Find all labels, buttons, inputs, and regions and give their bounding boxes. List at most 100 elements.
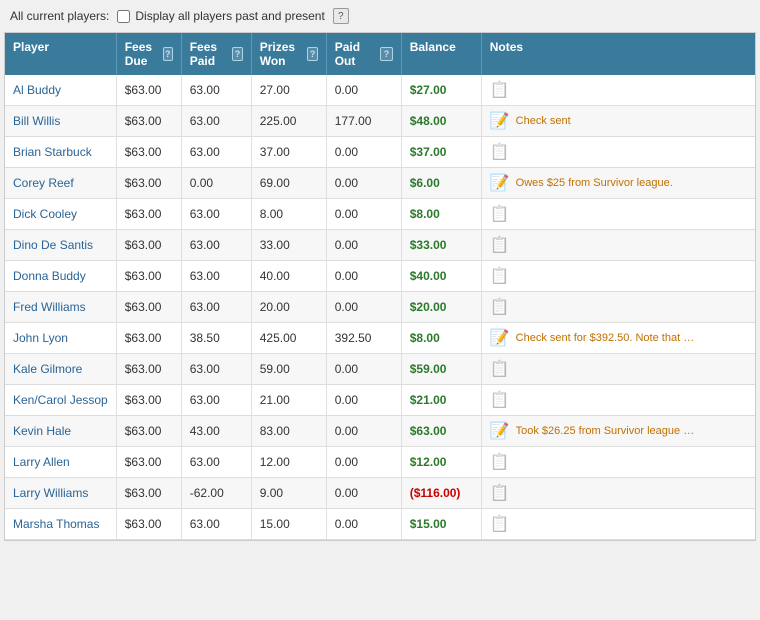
note-empty-icon[interactable]: 📋 xyxy=(490,80,510,100)
balance-cell: $63.00 xyxy=(401,416,481,447)
fees-paid-cell: 63.00 xyxy=(181,261,251,292)
notes-cell: 📋 xyxy=(481,478,755,509)
paid-out-help-icon[interactable]: ? xyxy=(380,47,392,61)
player-name[interactable]: Dick Cooley xyxy=(13,207,77,221)
notes-cell: 📝Took $26.25 from Survivor league to cov… xyxy=(481,416,755,447)
player-name[interactable]: Al Buddy xyxy=(13,83,61,97)
paid-out-cell: 0.00 xyxy=(326,509,401,540)
paid-out-cell: 0.00 xyxy=(326,447,401,478)
notes-cell: 📋 xyxy=(481,199,755,230)
fees-due-cell: $63.00 xyxy=(116,106,181,137)
prizes-won-help-icon[interactable]: ? xyxy=(307,47,317,61)
fees-paid-cell: 63.00 xyxy=(181,230,251,261)
player-name[interactable]: Bill Willis xyxy=(13,114,60,128)
player-name[interactable]: Fred Williams xyxy=(13,300,86,314)
fees-paid-cell: 38.50 xyxy=(181,323,251,354)
fees-due-help-icon[interactable]: ? xyxy=(163,47,173,61)
table-row: Kale Gilmore$63.0063.0059.000.00$59.00📋 xyxy=(5,354,755,385)
note-empty-icon[interactable]: 📋 xyxy=(490,142,510,162)
balance-cell: $21.00 xyxy=(401,385,481,416)
notes-cell: 📋 xyxy=(481,230,755,261)
fees-paid-help-icon[interactable]: ? xyxy=(232,47,242,61)
table-row: Donna Buddy$63.0063.0040.000.00$40.00📋 xyxy=(5,261,755,292)
table-row: Kevin Hale$63.0043.0083.000.00$63.00📝Too… xyxy=(5,416,755,447)
note-filled-icon[interactable]: 📝 xyxy=(490,328,510,348)
player-name[interactable]: Corey Reef xyxy=(13,176,74,190)
fees-paid-cell: 63.00 xyxy=(181,106,251,137)
fees-paid-cell: 63.00 xyxy=(181,199,251,230)
note-empty-icon[interactable]: 📋 xyxy=(490,452,510,472)
player-name[interactable]: Kale Gilmore xyxy=(13,362,82,376)
prizes-won-cell: 37.00 xyxy=(251,137,326,168)
note-empty-icon[interactable]: 📋 xyxy=(490,297,510,317)
fees-paid-cell: -62.00 xyxy=(181,478,251,509)
prizes-won-cell: 59.00 xyxy=(251,354,326,385)
display-all-label[interactable]: Display all players past and present xyxy=(117,9,324,23)
th-player: Player xyxy=(5,33,116,75)
player-name[interactable]: Donna Buddy xyxy=(13,269,86,283)
player-name[interactable]: Ken/Carol Jessop xyxy=(13,393,108,407)
note-empty-icon[interactable]: 📋 xyxy=(490,204,510,224)
fees-paid-cell: 63.00 xyxy=(181,385,251,416)
table-row: Dick Cooley$63.0063.008.000.00$8.00📋 xyxy=(5,199,755,230)
fees-due-cell: $63.00 xyxy=(116,478,181,509)
player-name[interactable]: Marsha Thomas xyxy=(13,517,99,531)
paid-out-cell: 0.00 xyxy=(326,137,401,168)
player-name[interactable]: Brian Starbuck xyxy=(13,145,92,159)
table-header: Player Fees Due ? Fees Paid ? P xyxy=(5,33,755,75)
note-filled-icon[interactable]: 📝 xyxy=(490,173,510,193)
fees-due-cell: $63.00 xyxy=(116,261,181,292)
balance-cell: $8.00 xyxy=(401,199,481,230)
fees-paid-cell: 0.00 xyxy=(181,168,251,199)
note-empty-icon[interactable]: 📋 xyxy=(490,390,510,410)
notes-cell: 📋 xyxy=(481,447,755,478)
paid-out-cell: 392.50 xyxy=(326,323,401,354)
prizes-won-cell: 12.00 xyxy=(251,447,326,478)
players-table-container: Player Fees Due ? Fees Paid ? P xyxy=(4,32,756,541)
paid-out-cell: 177.00 xyxy=(326,106,401,137)
player-name[interactable]: Kevin Hale xyxy=(13,424,71,438)
table-row: Fred Williams$63.0063.0020.000.00$20.00📋 xyxy=(5,292,755,323)
prizes-won-cell: 15.00 xyxy=(251,509,326,540)
table-row: Dino De Santis$63.0063.0033.000.00$33.00… xyxy=(5,230,755,261)
players-table: Player Fees Due ? Fees Paid ? P xyxy=(5,33,755,540)
prizes-won-cell: 9.00 xyxy=(251,478,326,509)
note-text: Owes $25 from Survivor league. xyxy=(516,177,673,189)
topbar-help-icon[interactable]: ? xyxy=(333,8,349,24)
paid-out-cell: 0.00 xyxy=(326,292,401,323)
paid-out-cell: 0.00 xyxy=(326,478,401,509)
note-empty-icon[interactable]: 📋 xyxy=(490,514,510,534)
note-filled-icon[interactable]: 📝 xyxy=(490,421,510,441)
fees-paid-cell: 63.00 xyxy=(181,292,251,323)
prizes-won-cell: 27.00 xyxy=(251,75,326,106)
fees-due-cell: $63.00 xyxy=(116,354,181,385)
note-filled-icon[interactable]: 📝 xyxy=(490,111,510,131)
top-bar: All current players: Display all players… xyxy=(0,0,760,32)
player-name[interactable]: John Lyon xyxy=(13,331,68,345)
note-empty-icon[interactable]: 📋 xyxy=(490,266,510,286)
note-empty-icon[interactable]: 📋 xyxy=(490,483,510,503)
paid-out-cell: 0.00 xyxy=(326,75,401,106)
note-empty-icon[interactable]: 📋 xyxy=(490,359,510,379)
notes-cell: 📋 xyxy=(481,292,755,323)
player-name[interactable]: Dino De Santis xyxy=(13,238,93,252)
balance-cell: $48.00 xyxy=(401,106,481,137)
player-name[interactable]: Larry Allen xyxy=(13,455,70,469)
fees-due-cell: $63.00 xyxy=(116,447,181,478)
fees-paid-cell: 63.00 xyxy=(181,75,251,106)
prizes-won-cell: 40.00 xyxy=(251,261,326,292)
table-row: Ken/Carol Jessop$63.0063.0021.000.00$21.… xyxy=(5,385,755,416)
display-all-text: Display all players past and present xyxy=(135,9,324,23)
notes-cell: 📋 xyxy=(481,137,755,168)
fees-due-cell: $63.00 xyxy=(116,292,181,323)
all-current-players-label: All current players: xyxy=(10,9,109,23)
fees-due-cell: $63.00 xyxy=(116,199,181,230)
display-all-checkbox[interactable] xyxy=(117,10,130,23)
player-name[interactable]: Larry Williams xyxy=(13,486,88,500)
note-empty-icon[interactable]: 📋 xyxy=(490,235,510,255)
fees-due-cell: $63.00 xyxy=(116,509,181,540)
balance-cell: $33.00 xyxy=(401,230,481,261)
note-text: Check sent xyxy=(516,115,571,127)
fees-due-cell: $63.00 xyxy=(116,168,181,199)
paid-out-cell: 0.00 xyxy=(326,354,401,385)
